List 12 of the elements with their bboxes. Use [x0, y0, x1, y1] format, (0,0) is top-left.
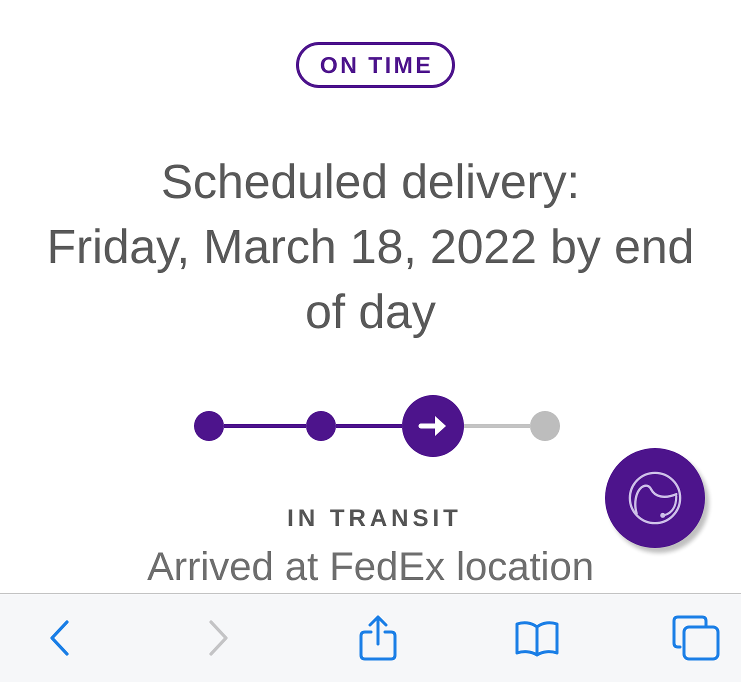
open-book-icon	[514, 619, 560, 657]
headset-avatar-icon	[626, 469, 684, 527]
delivery-heading: Scheduled delivery:	[161, 155, 580, 211]
status-badge: ON TIME	[296, 42, 456, 88]
chevron-left-icon	[48, 619, 71, 657]
chevron-right-icon	[207, 619, 230, 657]
delivery-date: Friday, March 18, 2022 by end of day	[46, 220, 696, 341]
status-label: IN TRANSIT	[287, 505, 462, 533]
tabs-button[interactable]	[670, 613, 722, 663]
status-detail: Arrived at FedEx location	[147, 545, 594, 589]
tabs-icon	[672, 615, 720, 661]
share-icon	[358, 614, 398, 662]
